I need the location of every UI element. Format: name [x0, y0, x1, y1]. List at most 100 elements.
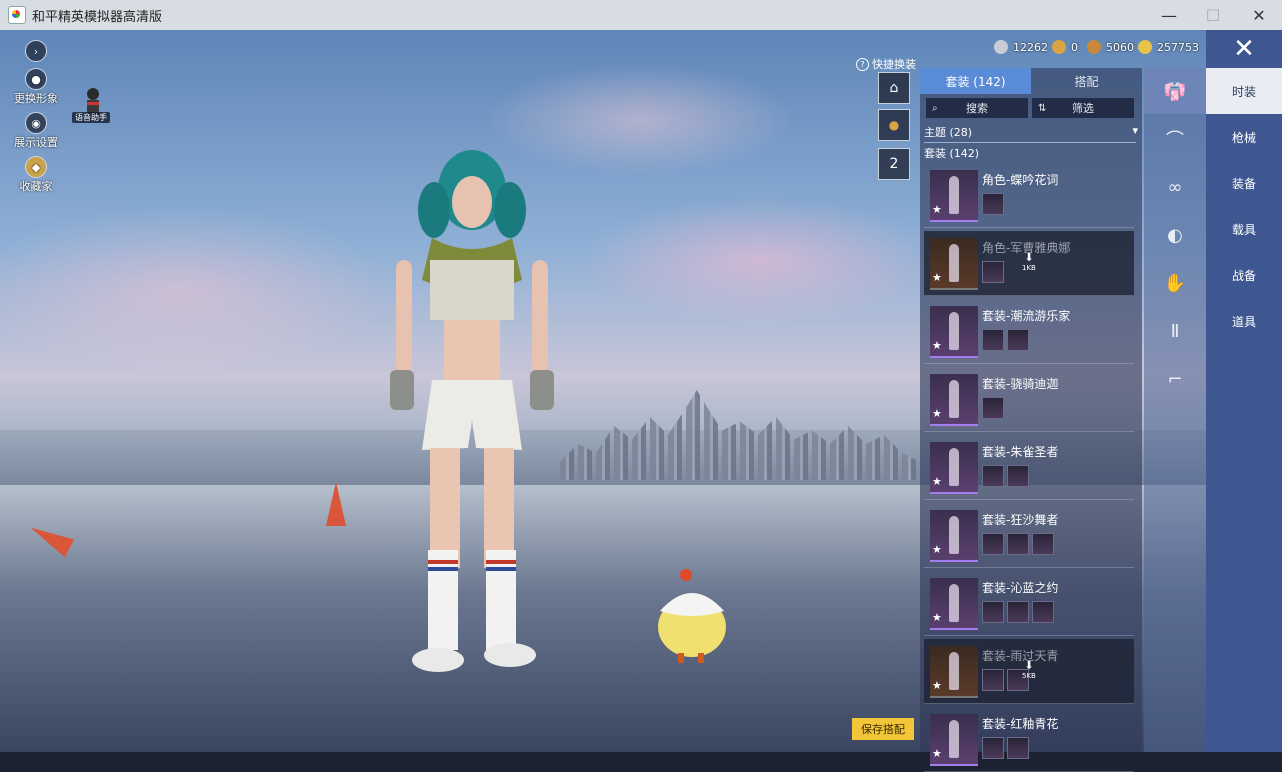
- filter-icon: ⇅: [1038, 102, 1047, 114]
- download-size: 5KB: [1022, 672, 1036, 680]
- outfit-name: 套装-骁骑迪迦: [982, 377, 1059, 391]
- sidebar-item-supplies[interactable]: 战备: [1206, 252, 1282, 298]
- outfit-name: 套装-潮流游乐家: [982, 309, 1071, 323]
- outfit-name: 套装-红釉青花: [982, 717, 1059, 731]
- outfit-part-thumbnail: [982, 397, 1004, 419]
- sidebar-item-props[interactable]: 道具: [1206, 298, 1282, 344]
- maximize-button[interactable]: ☐: [1190, 0, 1236, 30]
- outfit-part-thumbnail: [1007, 737, 1029, 759]
- outfit-part-thumbnail: [1007, 601, 1029, 623]
- outfit-name: 套装-雨过天青: [982, 649, 1059, 663]
- currency-value: 257753: [1157, 40, 1199, 54]
- outfit-part-thumbnail: [1032, 601, 1054, 623]
- sidebar-item-equipment[interactable]: 装备: [1206, 160, 1282, 206]
- currency-value: 5060: [1106, 40, 1134, 54]
- list-item[interactable]: ★ 套装-雨过天青 ⬇ 5KB: [924, 639, 1134, 704]
- star-icon: ★: [932, 543, 942, 556]
- outfit-list: ★ 角色-蝶吟花词 ★ 角色-军曹雅典娜 ⬇ 1KB ★ 套装-潮流游乐家 ★ 套装-骁骑迪迦 ★ 套…: [920, 163, 1142, 772]
- outfit-part-thumbnail: [1007, 533, 1029, 555]
- search-label: 搜索: [966, 102, 988, 115]
- bronze-badge-icon: [1087, 40, 1101, 54]
- outfit-parts: [982, 737, 1029, 759]
- outfit-icon[interactable]: 👘: [1144, 68, 1206, 114]
- dropdown-icon: ▾: [1132, 124, 1138, 137]
- list-item[interactable]: ★ 套装-红釉青花: [924, 707, 1134, 772]
- collector-icon: ◆: [25, 156, 47, 178]
- sidebar-item-firearms[interactable]: 枪械: [1206, 114, 1282, 160]
- star-icon: ★: [932, 475, 942, 488]
- suit-label: 套装 (142): [924, 147, 980, 160]
- star-icon: ★: [932, 271, 942, 284]
- theme-category[interactable]: 主题 (28) ▾: [920, 122, 1142, 142]
- star-icon: ★: [932, 747, 942, 760]
- mask-icon[interactable]: ◐: [1144, 212, 1206, 258]
- search-button[interactable]: ⌕ 搜索: [926, 98, 1028, 118]
- window-title: 和平精英模拟器高清版: [32, 9, 163, 25]
- arrow-right-icon: ›: [25, 40, 47, 62]
- window-titlebar: 和平精英模拟器高清版 — ☐ ✕: [0, 0, 1282, 30]
- change-appearance-button[interactable]: ● 更换形象: [8, 68, 64, 106]
- star-icon: ★: [932, 203, 942, 216]
- hanger-slot-locked-button[interactable]: ●: [878, 109, 910, 141]
- shoes-icon[interactable]: ⌐: [1144, 356, 1206, 402]
- list-item[interactable]: ★ 套装-狂沙舞者: [924, 503, 1134, 568]
- list-item[interactable]: ★ 套装-潮流游乐家: [924, 299, 1134, 364]
- currency-value: 12262: [1013, 40, 1048, 54]
- outfit-parts: [982, 329, 1029, 351]
- outfit-part-thumbnail: [982, 601, 1004, 623]
- download-button[interactable]: ⬇ 5KB: [1022, 660, 1036, 681]
- list-item[interactable]: ★ 角色-军曹雅典娜 ⬇ 1KB: [924, 231, 1134, 296]
- search-icon: ⌕: [932, 102, 938, 114]
- save-outfit-button[interactable]: 保存搭配: [852, 718, 914, 740]
- outfit-parts: [982, 465, 1029, 487]
- tab-suits[interactable]: 套装 (142): [920, 68, 1031, 94]
- tab-match[interactable]: 搭配: [1031, 68, 1142, 94]
- outfit-part-thumbnail: [982, 533, 1004, 555]
- hanger-number: 2: [889, 156, 899, 172]
- outfit-part-thumbnail: [1032, 533, 1054, 555]
- minimize-button[interactable]: —: [1146, 0, 1192, 30]
- avatar-icon: ●: [25, 68, 47, 90]
- sidebar-item-vehicles[interactable]: 载具: [1206, 206, 1282, 252]
- sidebar-item-fashion[interactable]: 时装: [1206, 68, 1282, 114]
- outfit-part-thumbnail: [982, 737, 1004, 759]
- currency-gold-badge: 0: [1052, 40, 1078, 54]
- star-icon: ★: [932, 339, 942, 352]
- list-item[interactable]: ★ 套装-骁骑迪迦: [924, 367, 1134, 432]
- close-window-button[interactable]: ✕: [1236, 0, 1282, 30]
- list-item[interactable]: ★ 套装-沁蓝之约: [924, 571, 1134, 636]
- currency-silver: 12262: [994, 40, 1048, 54]
- hanger-slot-2-button[interactable]: 2: [878, 148, 910, 180]
- outfit-name: 套装-沁蓝之约: [982, 581, 1059, 595]
- download-size: 1KB: [1022, 264, 1036, 272]
- quick-change-button[interactable]: ? 快捷换装: [856, 56, 916, 72]
- outfit-parts: [982, 193, 1004, 215]
- outfit-part-thumbnail: [1007, 465, 1029, 487]
- close-icon[interactable]: ✕: [1206, 30, 1282, 68]
- quick-change-label: 快捷换装: [872, 58, 916, 71]
- currency-gold: 257753: [1138, 40, 1199, 54]
- outfit-part-thumbnail: [982, 465, 1004, 487]
- gloves-icon[interactable]: ✋: [1144, 260, 1206, 306]
- collector-button[interactable]: ◆ 收藏家: [8, 156, 64, 194]
- hat-icon[interactable]: ⌒: [1144, 116, 1206, 162]
- panel-tabs: 套装 (142) 搭配: [920, 68, 1142, 94]
- left-menu: › ● 更换形象 ◉ 展示设置 ◆ 收藏家: [8, 40, 64, 200]
- help-icon: ?: [856, 57, 869, 71]
- filter-button[interactable]: ⇅ 筛选: [1032, 98, 1134, 118]
- gold-badge-icon: [1052, 40, 1066, 54]
- outfit-part-thumbnail: [982, 193, 1004, 215]
- gold-coin-icon: [1138, 40, 1152, 54]
- outfit-parts: [982, 261, 1004, 283]
- list-item[interactable]: ★ 套装-朱雀圣者: [924, 435, 1134, 500]
- pants-icon[interactable]: Ⅱ: [1144, 308, 1206, 354]
- outfit-name: 套装-朱雀圣者: [982, 445, 1059, 459]
- glasses-icon[interactable]: ∞: [1144, 164, 1206, 210]
- app-logo-icon: [8, 6, 26, 24]
- download-button[interactable]: ⬇ 1KB: [1022, 252, 1036, 273]
- list-item[interactable]: ★ 角色-蝶吟花词: [924, 163, 1134, 228]
- display-settings-button[interactable]: ◉ 展示设置: [8, 112, 64, 150]
- hanger-icon: ⌂: [889, 80, 899, 96]
- expand-menu-button[interactable]: ›: [8, 40, 64, 62]
- hanger-slot-1-button[interactable]: ⌂: [878, 72, 910, 104]
